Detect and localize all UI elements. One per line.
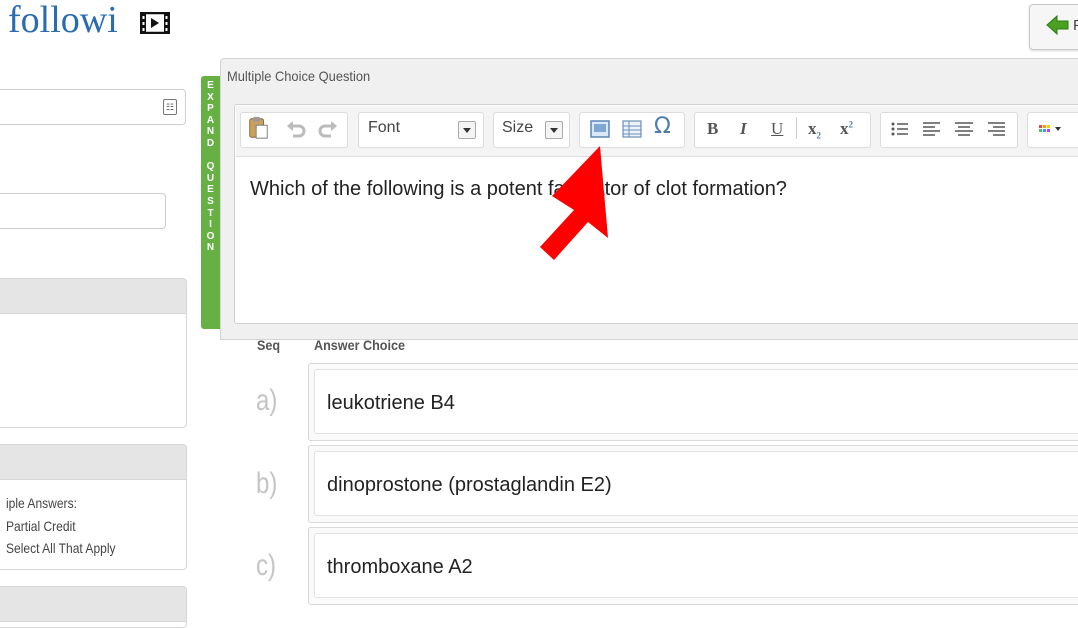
align-right-icon[interactable] xyxy=(984,117,1008,141)
contact-card-icon[interactable]: ☷ xyxy=(163,99,177,115)
answer-input[interactable]: thromboxane A2 xyxy=(314,533,1078,598)
answer-row: dinoprostone (prostaglandin E2) xyxy=(308,445,1078,523)
subscript-mark: 2 xyxy=(816,130,822,141)
answer-text: dinoprostone (prostaglandin E2) xyxy=(327,474,612,496)
option-multiple-answers[interactable]: iple Answers: xyxy=(6,492,116,515)
underline-button[interactable]: U xyxy=(771,119,783,139)
question-text[interactable]: Which of the following is a potent facil… xyxy=(250,178,787,201)
expand-tab-letter: E xyxy=(207,80,214,91)
page-title: followi xyxy=(8,0,118,41)
expand-tab-letter: U xyxy=(206,172,215,184)
expand-tab-letter: N xyxy=(206,126,215,138)
undo-icon[interactable] xyxy=(284,117,308,141)
back-button[interactable]: F xyxy=(1029,4,1078,50)
answer-text: thromboxane A2 xyxy=(327,556,473,578)
superscript-mark: 2 xyxy=(848,119,854,130)
color-grid-icon[interactable] xyxy=(1036,117,1070,141)
sidebar-panel-header xyxy=(0,445,186,480)
expand-tab-letter: T xyxy=(207,207,214,219)
expand-tab-letter: A xyxy=(206,114,215,126)
expand-tab-letter: Q xyxy=(206,161,215,173)
toolbar-divider xyxy=(796,117,797,139)
seq-column-header: Seq xyxy=(257,337,281,353)
sidebar-panel-3 xyxy=(0,586,187,628)
expand-tab-letter: N xyxy=(206,242,215,254)
question-panel-heading: Multiple Choice Question xyxy=(227,68,371,84)
subscript-label: x xyxy=(808,119,817,138)
sidebar-text-field[interactable] xyxy=(0,193,166,229)
font-select[interactable]: Font xyxy=(358,112,484,148)
redo-icon[interactable] xyxy=(316,117,340,141)
expand-tab-letter: O xyxy=(206,230,215,242)
annotation-arrow-icon xyxy=(540,146,608,260)
chevron-down-icon xyxy=(545,121,563,139)
seq-label-b: b) xyxy=(256,467,278,500)
back-arrow-icon xyxy=(1046,15,1069,35)
image-icon[interactable] xyxy=(588,117,612,141)
align-left-icon[interactable] xyxy=(920,117,944,141)
bold-button[interactable]: B xyxy=(707,119,718,139)
video-icon[interactable] xyxy=(140,12,170,34)
table-icon[interactable] xyxy=(620,117,644,141)
option-partial-credit[interactable]: Partial Credit xyxy=(6,515,116,538)
bullet-list-icon[interactable] xyxy=(888,117,912,141)
sidebar-panel-header xyxy=(0,587,186,622)
expand-tab-letter: E xyxy=(207,184,214,196)
seq-label-a: a) xyxy=(256,384,278,417)
special-char-icon[interactable]: Ω xyxy=(654,114,671,139)
expand-question-tab[interactable]: EXPAND QUESTION xyxy=(201,76,220,329)
superscript-label: x xyxy=(840,119,849,138)
option-select-all[interactable]: Select All That Apply xyxy=(6,537,116,560)
answer-row: leukotriene B4 xyxy=(308,363,1078,441)
size-select-label: Size xyxy=(502,119,534,136)
answer-input[interactable]: leukotriene B4 xyxy=(314,369,1078,434)
answer-input[interactable]: dinoprostone (prostaglandin E2) xyxy=(314,451,1078,516)
seq-label-c: c) xyxy=(256,549,276,582)
answer-options-list: iple Answers: Partial Credit Select All … xyxy=(6,492,133,560)
expand-tab-letter xyxy=(201,150,220,162)
sidebar-panel-header xyxy=(0,279,186,314)
back-button-label: F xyxy=(1073,17,1078,34)
subscript-button[interactable]: x2 xyxy=(808,119,821,140)
chevron-down-icon xyxy=(458,121,476,139)
expand-tab-letter: D xyxy=(206,137,215,149)
paste-icon[interactable] xyxy=(246,116,270,140)
answer-text: leukotriene B4 xyxy=(327,392,455,414)
font-select-label: Font xyxy=(368,119,401,136)
expand-tab-letter: P xyxy=(207,103,214,115)
align-center-icon[interactable] xyxy=(952,117,976,141)
answer-row: thromboxane A2 xyxy=(308,527,1078,605)
sidebar-input-field[interactable]: ☷ xyxy=(0,89,186,125)
italic-button[interactable]: I xyxy=(740,119,747,139)
expand-tab-letter: I xyxy=(209,219,212,231)
answer-choice-column-header: Answer Choice xyxy=(314,337,406,353)
expand-tab-letter: X xyxy=(207,91,214,103)
superscript-button[interactable]: x2 xyxy=(840,119,853,139)
expand-tab-letter: S xyxy=(207,195,214,207)
sidebar-panel-1 xyxy=(0,278,187,428)
